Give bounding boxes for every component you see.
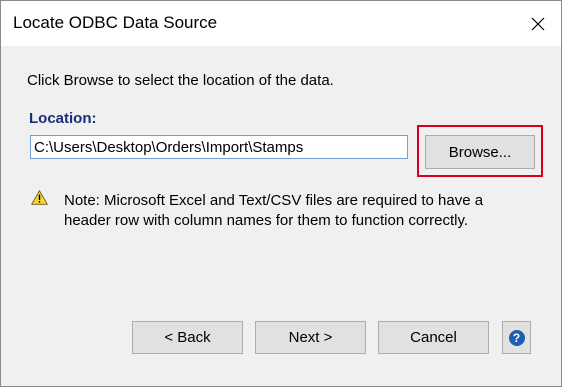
- next-button[interactable]: Next >: [255, 321, 366, 354]
- location-input[interactable]: [30, 135, 408, 159]
- intro-text: Click Browse to select the location of t…: [27, 72, 334, 89]
- locate-odbc-dialog: Locate ODBC Data Source Click Browse to …: [0, 0, 562, 387]
- note-line: header row with column names for them to…: [64, 212, 469, 229]
- browse-button[interactable]: Browse...: [425, 135, 535, 169]
- title-bar: Locate ODBC Data Source: [1, 1, 561, 46]
- close-button[interactable]: [515, 1, 561, 46]
- warning-icon: [31, 190, 48, 205]
- note-text: Note: Microsoft Excel and Text/CSV files…: [64, 191, 534, 231]
- back-button[interactable]: < Back: [132, 321, 243, 354]
- window-title: Locate ODBC Data Source: [13, 13, 218, 32]
- location-label: Location:: [29, 110, 97, 127]
- note-line: Note: Microsoft Excel and Text/CSV files…: [64, 192, 484, 209]
- help-button[interactable]: ?: [502, 321, 531, 354]
- close-icon: [531, 17, 545, 30]
- help-icon: ?: [508, 329, 525, 346]
- cancel-button[interactable]: Cancel: [378, 321, 489, 354]
